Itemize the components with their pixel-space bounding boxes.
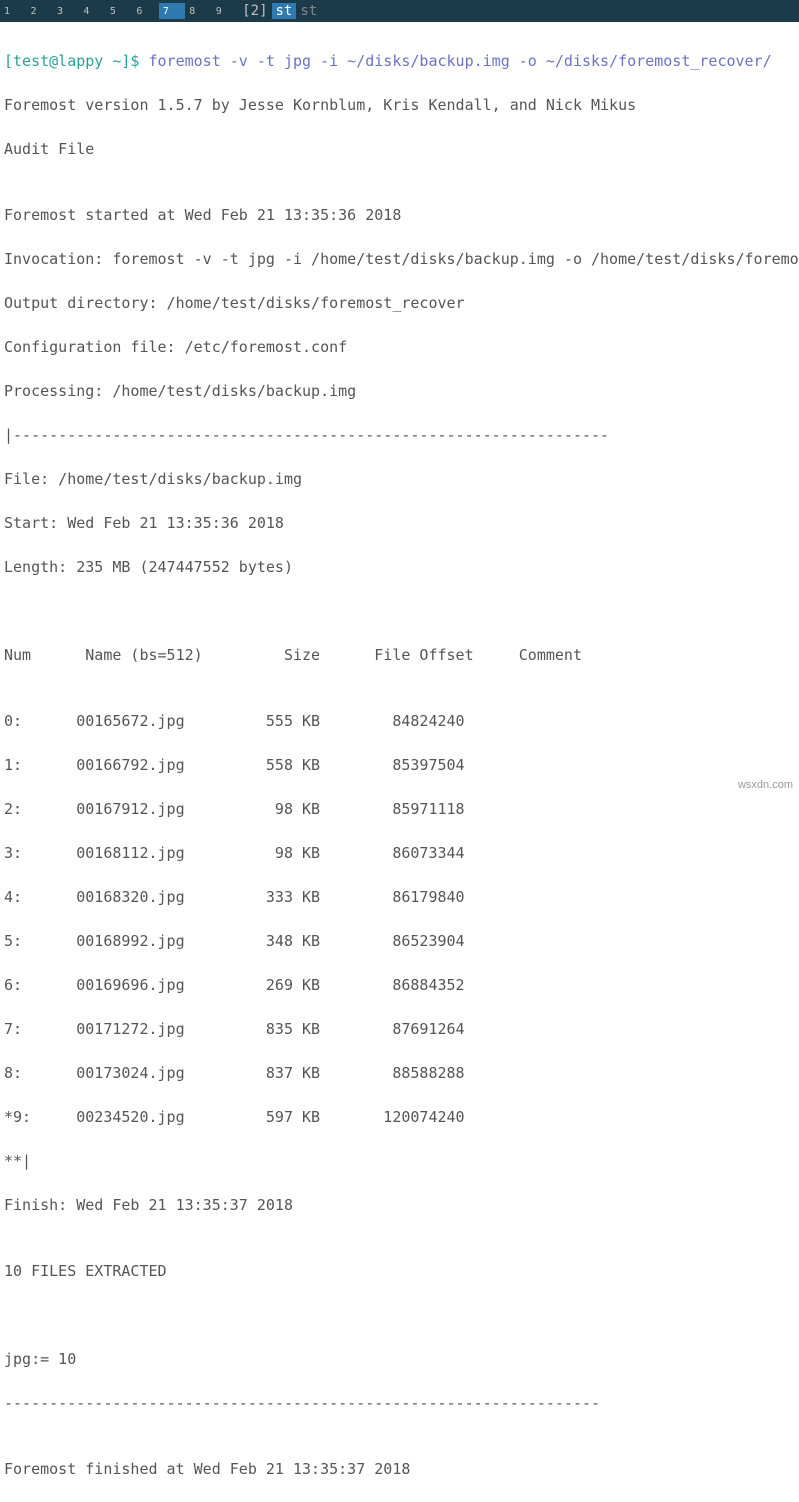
- output-line: [4, 600, 795, 622]
- workspace-indicator: [2]: [238, 3, 271, 19]
- window-tab-st-active[interactable]: st: [272, 3, 297, 19]
- prompt-line: [test@lappy ~]$ foremost -v -t jpg -i ~/…: [4, 50, 795, 72]
- workspace-tab-2[interactable]: 2: [26, 3, 52, 19]
- output-line: Output directory: /home/test/disks/forem…: [4, 292, 795, 314]
- table-row: 3: 00168112.jpg 98 KB 86073344: [4, 842, 795, 864]
- output-line: Start: Wed Feb 21 13:35:36 2018: [4, 512, 795, 534]
- workspace-tabbar: 1 2 3 4 5 6 7 8 9 [2] st st: [0, 0, 799, 22]
- workspace-tab-8[interactable]: 8: [185, 3, 211, 19]
- table-row: 5: 00168992.jpg 348 KB 86523904: [4, 930, 795, 952]
- output-line: Foremost version 1.5.7 by Jesse Kornblum…: [4, 94, 795, 116]
- output-line: Foremost finished at Wed Feb 21 13:35:37…: [4, 1458, 795, 1480]
- table-header: Num Name (bs=512) Size File Offset Comme…: [4, 644, 795, 666]
- workspace-tab-6[interactable]: 6: [132, 3, 158, 19]
- watermark: wsxdn.com: [738, 779, 793, 791]
- workspace-tab-3[interactable]: 3: [53, 3, 79, 19]
- output-line: Processing: /home/test/disks/backup.img: [4, 380, 795, 402]
- workspace-tab-5[interactable]: 5: [106, 3, 132, 19]
- output-line: Invocation: foremost -v -t jpg -i /home/…: [4, 248, 795, 270]
- workspace-indicator-label: [2]: [242, 3, 267, 19]
- output-line: Length: 235 MB (247447552 bytes): [4, 556, 795, 578]
- window-tab-label: st: [300, 3, 317, 19]
- output-line: **|: [4, 1150, 795, 1172]
- output-line: 10 FILES EXTRACTED: [4, 1260, 795, 1282]
- workspace-tab-7[interactable]: 7: [159, 3, 185, 19]
- table-row: 2: 00167912.jpg 98 KB 85971118: [4, 798, 795, 820]
- shell-prompt: [test@lappy ~]$: [4, 52, 149, 70]
- table-row: 4: 00168320.jpg 333 KB 86179840: [4, 886, 795, 908]
- output-line: jpg:= 10: [4, 1348, 795, 1370]
- shell-command: foremost -v -t jpg -i ~/disks/backup.img…: [149, 52, 772, 70]
- output-line: ----------------------------------------…: [4, 1392, 795, 1414]
- table-row: 6: 00169696.jpg 269 KB 86884352: [4, 974, 795, 996]
- window-tab-st[interactable]: st: [296, 3, 321, 19]
- workspace-tab-9[interactable]: 9: [212, 3, 238, 19]
- table-row: 0: 00165672.jpg 555 KB 84824240: [4, 710, 795, 732]
- output-line: File: /home/test/disks/backup.img: [4, 468, 795, 490]
- output-line: Finish: Wed Feb 21 13:35:37 2018: [4, 1194, 795, 1216]
- window-tab-label: st: [276, 3, 293, 19]
- table-row: *9: 00234520.jpg 597 KB 120074240: [4, 1106, 795, 1128]
- table-row: 7: 00171272.jpg 835 KB 87691264: [4, 1018, 795, 1040]
- output-line: Foremost started at Wed Feb 21 13:35:36 …: [4, 204, 795, 226]
- output-line: [4, 1304, 795, 1326]
- table-row: 8: 00173024.jpg 837 KB 88588288: [4, 1062, 795, 1084]
- workspace-tab-1[interactable]: 1: [0, 3, 26, 19]
- table-row: 1: 00166792.jpg 558 KB 85397504: [4, 754, 795, 776]
- workspace-tab-4[interactable]: 4: [79, 3, 105, 19]
- output-line: |---------------------------------------…: [4, 424, 795, 446]
- output-line: Configuration file: /etc/foremost.conf: [4, 336, 795, 358]
- terminal-output[interactable]: [test@lappy ~]$ foremost -v -t jpg -i ~/…: [0, 22, 799, 1502]
- output-line: Audit File: [4, 138, 795, 160]
